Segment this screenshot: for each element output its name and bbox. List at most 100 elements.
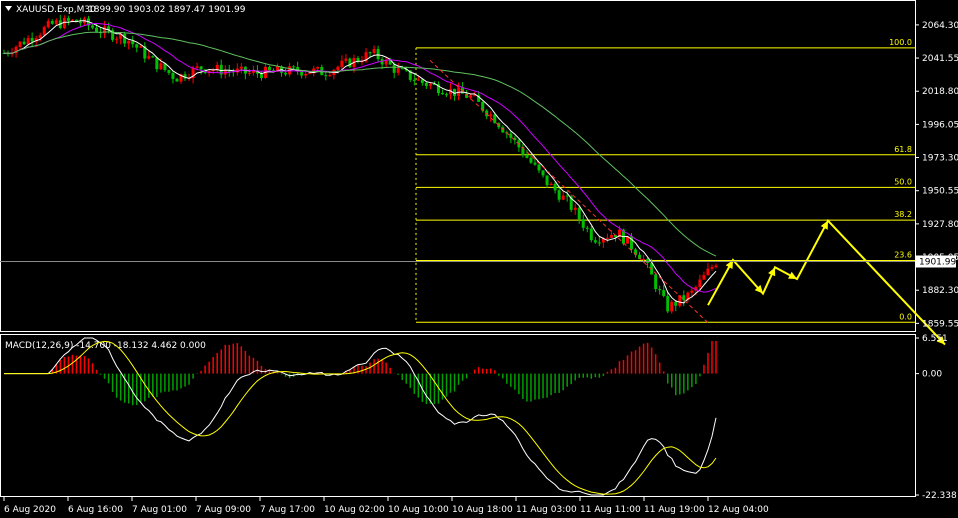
candle-body [340, 60, 344, 67]
time-tick-label: 6 Aug 16:00 [68, 505, 123, 515]
candle-body [493, 114, 497, 124]
candle-body [589, 228, 593, 241]
candle-body [597, 242, 601, 244]
candle-body [328, 75, 332, 77]
fib-level-label: 23.6 [894, 250, 912, 259]
candle-body [167, 70, 171, 73]
candle-body [654, 274, 658, 290]
candle-body [573, 207, 577, 210]
candle-body [646, 258, 650, 263]
candle-body [171, 72, 175, 79]
candle-body [159, 63, 163, 70]
candle-body [376, 48, 380, 60]
price-tick-label: 1859.55 [922, 319, 958, 329]
candle-body [78, 21, 82, 24]
candle-body [440, 93, 444, 95]
candle-body [155, 57, 159, 70]
symbol-label: XAUUSD.Exp,M30 [16, 5, 96, 15]
candle-body [70, 19, 74, 21]
candle-body [215, 64, 219, 70]
candle-body [123, 33, 127, 44]
candle-body [428, 84, 432, 86]
candle-body [577, 207, 581, 220]
candle-body [131, 40, 135, 45]
candle-body [561, 195, 565, 200]
candle-body [585, 227, 589, 229]
candle-body [581, 219, 585, 228]
time-tick-label: 11 Aug 11:00 [580, 505, 641, 515]
time-tick-label: 6 Aug 2020 [4, 505, 56, 515]
fib-level-label: 0.0 [899, 312, 912, 321]
ohlc-values: 1899.90 1903.02 1897.47 1901.99 [88, 5, 246, 15]
candle-body [702, 275, 706, 280]
time-tick-label: 7 Aug 01:00 [132, 505, 187, 515]
candle-body [151, 56, 155, 58]
price-tick-label: 1927.80 [922, 220, 958, 230]
macd-tick-label: 0.00 [922, 370, 942, 380]
candle-body [400, 68, 404, 70]
candle-body [304, 73, 308, 76]
candle-body [66, 18, 70, 21]
time-tick-label: 12 Aug 04:00 [708, 505, 769, 515]
candle-body [658, 289, 662, 291]
candle-body [292, 66, 296, 68]
candle-body [348, 58, 352, 68]
candle-body [30, 37, 34, 42]
candle-body [267, 66, 271, 71]
candle-body [239, 66, 243, 69]
candle-body [605, 237, 609, 239]
candle-body [300, 71, 304, 76]
price-tick-label: 1882.30 [922, 286, 958, 296]
candle-body [115, 38, 119, 40]
time-tick-label: 11 Aug 19:00 [644, 505, 705, 515]
candle-body [593, 240, 597, 243]
time-tick-label: 10 Aug 18:00 [452, 505, 513, 515]
candle-body [670, 301, 674, 312]
time-tick-label: 7 Aug 17:00 [260, 505, 315, 515]
macd-tick-label: -22.338 [922, 491, 957, 501]
candle-body [529, 157, 533, 163]
price-tick-label: 2018.80 [922, 87, 958, 97]
price-tick-label: 1973.30 [922, 154, 958, 164]
candle-body [674, 301, 678, 306]
fib-level-label: 61.8 [894, 145, 912, 154]
candle-body [46, 21, 50, 28]
candle-body [537, 164, 541, 171]
current-price-label: 1901.99 [919, 257, 956, 267]
candle-body [698, 279, 702, 288]
candle-body [127, 40, 131, 44]
time-tick-label: 10 Aug 02:00 [324, 505, 385, 515]
candle-body [392, 64, 396, 73]
candle-body [247, 72, 251, 74]
candle-body [412, 79, 416, 81]
candle-body [54, 20, 58, 24]
price-tick-label: 2041.55 [922, 54, 958, 64]
candle-body [533, 162, 537, 165]
candle-body [682, 295, 686, 301]
candle-body [706, 268, 710, 276]
candle-body [50, 21, 54, 24]
candle-body [662, 290, 666, 297]
candle-body [549, 183, 553, 186]
fib-level-label: 50.0 [894, 177, 912, 186]
candle-body [368, 52, 372, 54]
price-tick-label: 2064.30 [922, 21, 958, 31]
candle-body [18, 41, 22, 47]
candle-body [541, 170, 545, 176]
time-tick-label: 7 Aug 09:00 [196, 505, 251, 515]
candle-body [553, 183, 557, 191]
candle-body [90, 25, 94, 28]
candle-body [147, 56, 151, 59]
candle-body [42, 27, 46, 36]
candle-body [139, 46, 143, 48]
fib-level-label: 100.0 [889, 38, 912, 47]
candle-body [557, 190, 561, 200]
candle-body [284, 72, 288, 75]
candle-body [344, 58, 348, 61]
candle-body [26, 37, 30, 45]
candle-body [336, 66, 340, 70]
candle-body [545, 175, 549, 186]
candle-body [324, 75, 328, 77]
candle-body [710, 267, 714, 269]
candle-body [666, 296, 670, 312]
